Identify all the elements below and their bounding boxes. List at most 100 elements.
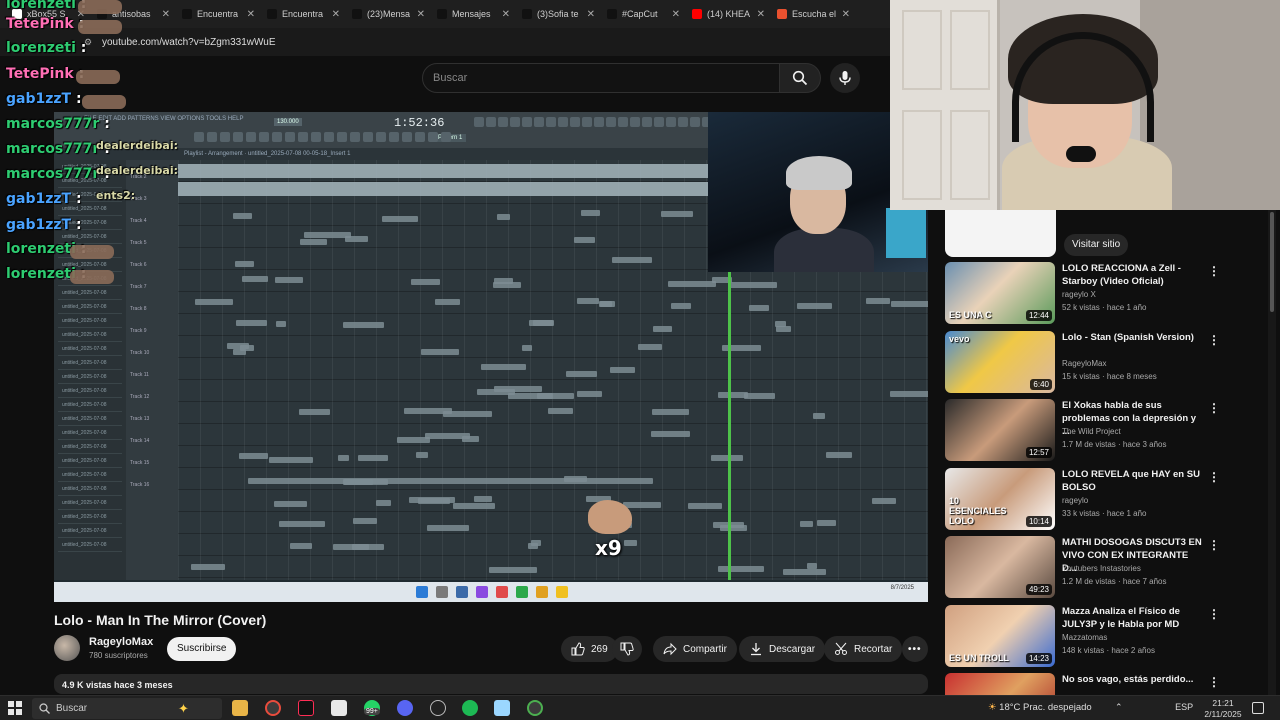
recommendation-item[interactable]: No sos vago, estás perdido...Franco Riss… [945, 673, 1270, 695]
voice-search-button[interactable] [830, 63, 860, 93]
close-tab-icon[interactable]: ✕ [417, 9, 425, 20]
scrollbar-thumb[interactable] [1270, 212, 1274, 312]
fl-tempo: 130.000 [274, 118, 302, 126]
fl-taskbar-app [456, 586, 468, 598]
close-tab-icon[interactable]: ✕ [842, 9, 850, 20]
view-count-date: 4.9 K vistas hace 3 meses [62, 680, 173, 690]
recommendation-thumbnail[interactable]: 12:57 [945, 399, 1055, 461]
fl-audio-clip [651, 431, 690, 437]
browser-tab[interactable]: Escucha el ✕ [771, 0, 856, 28]
more-vertical-icon[interactable]: ⋮ [1208, 538, 1220, 552]
taskbar-search[interactable]: Buscar ✦ [32, 698, 222, 719]
description-box[interactable]: 4.9 K vistas hace 3 meses [54, 674, 928, 694]
recommendation-item[interactable]: ES UN TROLL 14:23 Mazza Analiza el Físico … [945, 604, 1270, 667]
browser-tab[interactable]: Mensajes ✕ [431, 0, 516, 28]
clip-button[interactable]: Recortar [824, 636, 903, 662]
recommendation-channel[interactable]: Youtubers Instastories [1062, 564, 1141, 573]
recommendation-thumbnail[interactable]: ES UN TROLL 14:23 [945, 604, 1055, 667]
recommendation-item[interactable]: 12:57 El Xokas habla de sus problemas con… [945, 399, 1270, 461]
fl-taskbar-app [556, 586, 568, 598]
ad-thumbnail[interactable] [945, 210, 1056, 257]
recommendations-sidebar: Visitar sitio ES UNA C 12:44 LOLO REACCION… [940, 210, 1270, 695]
download-label: Descargar [769, 643, 816, 655]
fl-audio-clip [711, 455, 743, 461]
file-explorer-icon[interactable] [232, 700, 248, 716]
more-vertical-icon[interactable]: ⋮ [1208, 675, 1220, 689]
fl-audio-clip [494, 386, 542, 392]
more-actions-button[interactable]: ••• [902, 636, 928, 662]
recommendation-thumbnail[interactable]: 10 ESENCIALES LOLO 10:14 [945, 467, 1055, 530]
notification-icon[interactable] [1252, 702, 1264, 714]
browser-tab[interactable]: (14) KHEA ✕ [686, 0, 771, 28]
fl-track-name: Track 8 [130, 306, 147, 312]
share-button[interactable]: Compartir [653, 636, 737, 662]
video-player[interactable]: FILE EDIT ADD PATTERNS VIEW OPTIONS TOOL… [54, 112, 928, 602]
discord-icon[interactable] [397, 700, 413, 716]
spotify-icon[interactable] [462, 700, 478, 716]
chrome-icon[interactable] [265, 700, 281, 716]
close-tab-icon[interactable]: ✕ [332, 9, 340, 20]
recommendation-item[interactable]: 49:23 MATHI DOSOGAS DISCUT3 EN VIVO CON E… [945, 536, 1270, 598]
more-vertical-icon[interactable]: ⋮ [1208, 333, 1220, 347]
close-tab-icon[interactable]: ✕ [587, 9, 595, 20]
chrome-profile-icon[interactable] [527, 700, 543, 716]
close-tab-icon[interactable]: ✕ [162, 9, 170, 20]
close-tab-icon[interactable]: ✕ [757, 9, 765, 20]
more-vertical-icon[interactable]: ⋮ [1208, 607, 1220, 621]
browser-tab[interactable]: #CapCut ✕ [601, 0, 686, 28]
fl-audio-clip [577, 298, 599, 304]
recommendation-thumbnail[interactable] [945, 673, 1055, 695]
chat-username: gab1zzT : [6, 91, 82, 107]
recommendation-title[interactable]: Lolo - Stan (Spanish Version) [1062, 331, 1202, 344]
recommendation-title[interactable]: Mazza Analiza el Físico de JULY3P y le H… [1062, 605, 1202, 631]
more-vertical-icon[interactable]: ⋮ [1208, 470, 1220, 484]
obs-icon[interactable] [430, 700, 446, 716]
windows-start-icon[interactable] [8, 701, 22, 715]
recommendation-item[interactable]: ES UNA C 12:44 LOLO REACCIONA a Zell - Sta… [945, 262, 1270, 324]
recommendation-title[interactable]: LOLO REACCIONA a Zell - Starboy (Video O… [1062, 262, 1202, 288]
like-button[interactable]: 269 [561, 636, 618, 662]
recommendation-item[interactable]: vevo 6:40 Lolo - Stan (Spanish Version) Rag… [945, 330, 1270, 393]
chevron-up-icon[interactable]: ⌃ [1115, 702, 1123, 712]
tiktok-icon[interactable] [298, 700, 314, 716]
chat-username: gab1zzT : [6, 191, 82, 207]
close-tab-icon[interactable]: ✕ [672, 9, 680, 20]
recommendation-thumbnail[interactable]: ES UNA C 12:44 [945, 262, 1055, 324]
more-vertical-icon[interactable]: ⋮ [1208, 401, 1220, 415]
recommendation-thumbnail[interactable]: 49:23 [945, 536, 1055, 598]
taskbar-clock[interactable]: 21:21 2/11/2025 [1198, 698, 1248, 720]
visit-site-button[interactable]: Visitar sitio [1064, 234, 1129, 256]
dislike-button[interactable] [612, 636, 642, 662]
recommendation-channel[interactable]: Mazzatomas [1062, 633, 1107, 642]
search-button[interactable] [779, 63, 821, 93]
system-tray[interactable]: ⌃ ESP [1115, 702, 1193, 713]
browser-tab[interactable]: (23)Mensa ✕ [346, 0, 431, 28]
close-tab-icon[interactable]: ✕ [502, 9, 510, 20]
weather-widget[interactable]: ☀ 18°C Prac. despejado [988, 702, 1092, 713]
fl-audio-clip [427, 525, 469, 531]
recommendation-thumbnail[interactable]: vevo 6:40 [945, 330, 1055, 393]
notes-app-icon[interactable] [331, 700, 347, 716]
fl-tool-button [690, 117, 700, 127]
weather-icon: ☀ [988, 702, 997, 713]
channel-name[interactable]: RageyloMax [89, 636, 153, 648]
chat-user: TetePink [6, 66, 74, 82]
subscribe-button[interactable]: Suscribirse [167, 637, 237, 661]
recommendation-title[interactable]: LOLO REVELA que HAY en SU BOLSO [1062, 468, 1202, 494]
browser-tab[interactable]: Encuentra ✕ [176, 0, 261, 28]
recommendation-title[interactable]: No sos vago, estás perdido... [1062, 673, 1202, 686]
recommendation-channel[interactable]: The Wild Project [1062, 427, 1121, 436]
close-tab-icon[interactable]: ✕ [247, 9, 255, 20]
recommendation-channel[interactable]: rageylo X [1062, 290, 1096, 299]
recommendation-item[interactable]: 10 ESENCIALES LOLO 10:14 LOLO REVELA que H… [945, 467, 1270, 530]
more-vertical-icon[interactable]: ⋮ [1208, 264, 1220, 278]
browser-tab[interactable]: (3)Sofia te ✕ [516, 0, 601, 28]
paint-icon[interactable] [494, 700, 510, 716]
browser-tab[interactable]: Encuentra ✕ [261, 0, 346, 28]
search-input[interactable]: Buscar [422, 63, 780, 93]
recommendation-channel[interactable]: RageyloMax [1062, 359, 1106, 368]
language-indicator[interactable]: ESP [1175, 702, 1193, 712]
download-button[interactable]: Descargar [739, 636, 826, 662]
recommendation-channel[interactable]: rageylo [1062, 496, 1088, 505]
channel-avatar[interactable] [54, 635, 80, 661]
